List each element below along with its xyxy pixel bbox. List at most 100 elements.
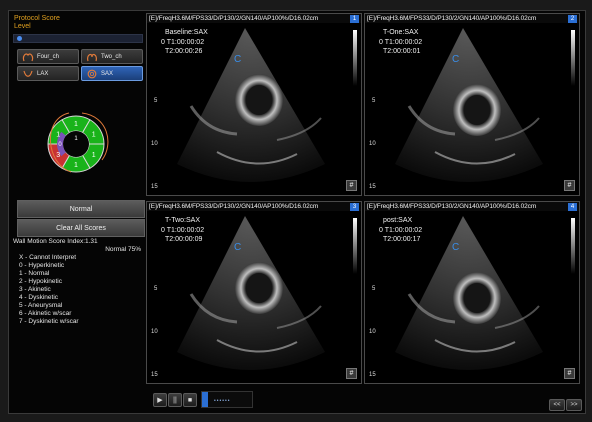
clear-all-scores-button[interactable]: Clear All Scores (17, 219, 145, 237)
view-button-label: Two_ch (101, 53, 122, 60)
acquisition-params: /FreqH3.6M/FPS33/D/P130/2/GN140/AP100%/D… (157, 15, 319, 22)
level-label: Level (14, 23, 31, 30)
t1-value: T1:00:00:02 (166, 38, 205, 46)
heart-view-icon (22, 52, 34, 61)
grayscale-bar (571, 218, 575, 274)
view-button-label: Four_ch (37, 53, 60, 60)
level-selector[interactable] (13, 34, 143, 43)
prev-button[interactable]: << (549, 399, 565, 411)
t2-time: T2:00:00:17 (383, 236, 421, 243)
scoring-panel: Protocol Score Level Four_ch Two_ch LAX … (9, 11, 145, 413)
depth-tick-label: 10 (369, 329, 376, 335)
segment-score-label: 1 (92, 131, 96, 138)
t1-time: 0 T1:00:00:02 (161, 226, 204, 236)
depth-tick-label: 5 (372, 98, 376, 104)
cine-slider[interactable]: •••••• (201, 391, 253, 408)
stage-label: T-Two:SAX (165, 217, 201, 224)
grid-toggle-button[interactable]: # (346, 368, 357, 379)
prev-icon: << (553, 402, 561, 408)
legend-item: 6 - Akinetic w/scar (19, 310, 72, 317)
viewport-bracket: [E] (367, 15, 375, 22)
depth-tick-label: 15 (151, 372, 158, 378)
legend-item: 4 - Dyskinetic (19, 294, 59, 301)
viewport-1[interactable]: [E] /FreqH3.6M/FPS33/D/P130/2/GN140/AP10… (146, 13, 362, 196)
grid-toggle-button[interactable]: # (564, 368, 575, 379)
depth-zero-label: 0 (379, 38, 383, 46)
next-button[interactable]: >> (566, 399, 582, 411)
viewport-number: 1 (350, 15, 359, 23)
t2-time: T2:00:00:01 (383, 48, 421, 55)
grayscale-bar (571, 30, 575, 86)
grid-toggle-button[interactable]: # (346, 180, 357, 191)
legend-item: 5 - Aneurysmal (19, 302, 63, 309)
segment-score-label: 1 (56, 131, 60, 138)
viewport-info: T-Two:SAX 0 T1:00:00:02 T2:00:00:09 (161, 216, 204, 245)
cine-slider-thumb[interactable] (202, 392, 208, 407)
heart-view-icon (23, 70, 33, 77)
depth-tick-label: 10 (369, 141, 376, 147)
stage-label: T-One:SAX (383, 29, 419, 36)
score-normal-button[interactable]: Normal (17, 200, 145, 218)
stage-label: post:SAX (383, 217, 413, 224)
legend-item: X - Cannot Interpret (19, 254, 77, 261)
stop-button[interactable]: ■ (183, 393, 197, 407)
pause-button[interactable]: || (168, 393, 182, 407)
cine-toolbar: ▶ || ■ •••••• << >> (145, 387, 585, 413)
play-button[interactable]: ▶ (153, 393, 167, 407)
score-legend: X - Cannot Interpret 0 - Hyperkinetic 1 … (19, 254, 79, 326)
legend-item: 2 - Hypokinetic (19, 278, 62, 285)
viewport-4[interactable]: [E] /FreqH3.6M/FPS33/D/P130/2/GN140/AP10… (364, 201, 580, 384)
heart-view-icon (87, 53, 97, 61)
wms-index: Wall Motion Score Index:1.31 (13, 238, 98, 245)
grayscale-bar (353, 218, 357, 274)
segment-score-label: 1 (92, 152, 96, 159)
legend-item: 1 - Normal (19, 270, 50, 277)
viewport-number: 2 (568, 15, 577, 23)
depth-tick-label: 10 (151, 329, 158, 335)
next-icon: >> (570, 402, 578, 408)
view-button-two-ch[interactable]: Two_ch (81, 49, 143, 64)
t1-time: 0 T1:00:00:02 (379, 38, 422, 48)
stage-label: Baseline:SAX (165, 29, 208, 36)
protocol-score-label: Protocol Score (14, 15, 60, 22)
t2-time: T2:00:00:09 (165, 236, 203, 243)
depth-zero-label: 0 (379, 226, 383, 234)
depth-tick-label: 5 (154, 98, 158, 104)
depth-tick-label: 5 (372, 286, 376, 292)
view-button-label: LAX (37, 70, 49, 77)
depth-tick-label: 15 (369, 184, 376, 190)
acquisition-params: /FreqH3.6M/FPS33/D/P130/2/GN140/AP100%/D… (375, 203, 537, 210)
sax-bullseye-diagram[interactable]: 11113101 (36, 104, 116, 184)
view-button-lax[interactable]: LAX (17, 66, 79, 81)
t1-value: T1:00:00:02 (166, 226, 205, 234)
depth-tick-label: 5 (154, 286, 158, 292)
view-button-sax[interactable]: SAX (81, 66, 143, 81)
depth-tick-label: 15 (151, 184, 158, 190)
depth-tick-label: 15 (369, 372, 376, 378)
t2-time: T2:00:00:26 (165, 48, 203, 55)
viewport-number: 4 (568, 203, 577, 211)
stop-icon: ■ (187, 396, 193, 404)
orientation-marker: C (234, 54, 242, 65)
viewport-info: T-One:SAX 0 T1:00:00:02 T2:00:00:01 (379, 28, 422, 57)
view-button-label: SAX (101, 70, 114, 77)
acquisition-params: /FreqH3.6M/FPS33/D/P130/2/GN140/AP100%/D… (157, 203, 319, 210)
pause-icon: || (173, 396, 177, 404)
t1-time: 0 T1:00:00:02 (379, 226, 422, 236)
legend-item: 3 - Akinetic (19, 286, 51, 293)
viewport-3[interactable]: [E] /FreqH3.6M/FPS33/D/P130/2/GN140/AP10… (146, 201, 362, 384)
viewport-bracket: [E] (367, 203, 375, 210)
echo-review-window: Protocol Score Level Four_ch Two_ch LAX … (8, 10, 586, 414)
segment-score-label: 3 (56, 152, 60, 159)
legend-item: 0 - Hyperkinetic (19, 262, 65, 269)
view-button-four-ch[interactable]: Four_ch (17, 49, 79, 64)
t1-value: T1:00:00:02 (384, 38, 423, 46)
t1-value: T1:00:00:02 (384, 226, 423, 234)
grid-toggle-button[interactable]: # (564, 180, 575, 191)
segment-score-label: 1 (74, 121, 78, 128)
wms-normal-percent: Normal 75% (105, 246, 141, 253)
segment-score-label: 1 (74, 162, 78, 169)
orientation-marker: C (452, 242, 460, 253)
viewport-2[interactable]: [E] /FreqH3.6M/FPS33/D/P130/2/GN140/AP10… (364, 13, 580, 196)
viewport-bracket: [E] (149, 203, 157, 210)
